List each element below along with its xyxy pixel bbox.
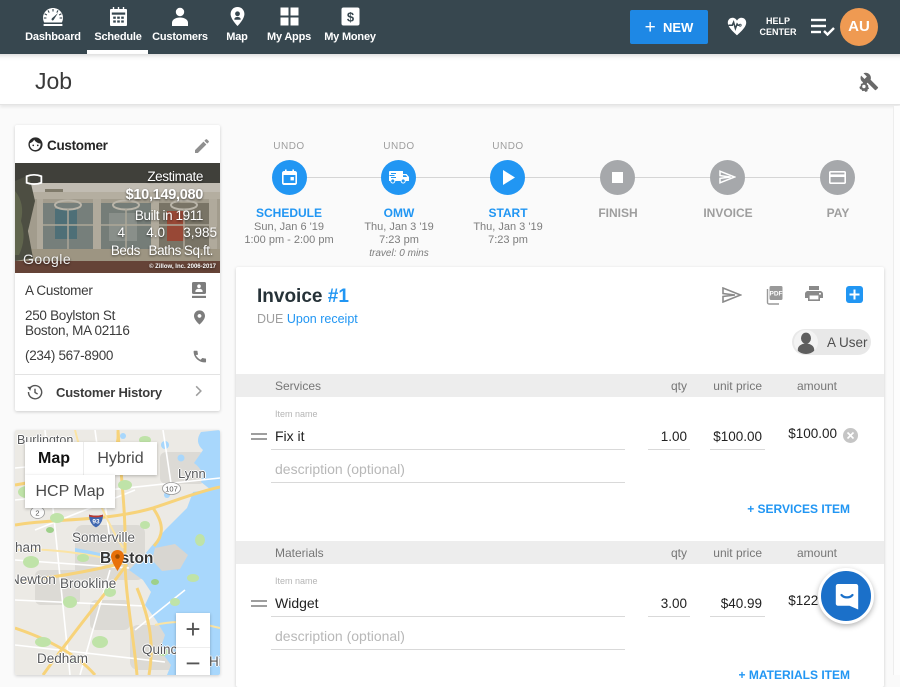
svg-text:93: 93 [92,519,100,526]
svg-text:PDF: PDF [770,291,783,298]
svg-text:107: 107 [165,484,178,493]
svg-text:$: $ [346,10,354,25]
svg-text:2: 2 [35,508,39,517]
